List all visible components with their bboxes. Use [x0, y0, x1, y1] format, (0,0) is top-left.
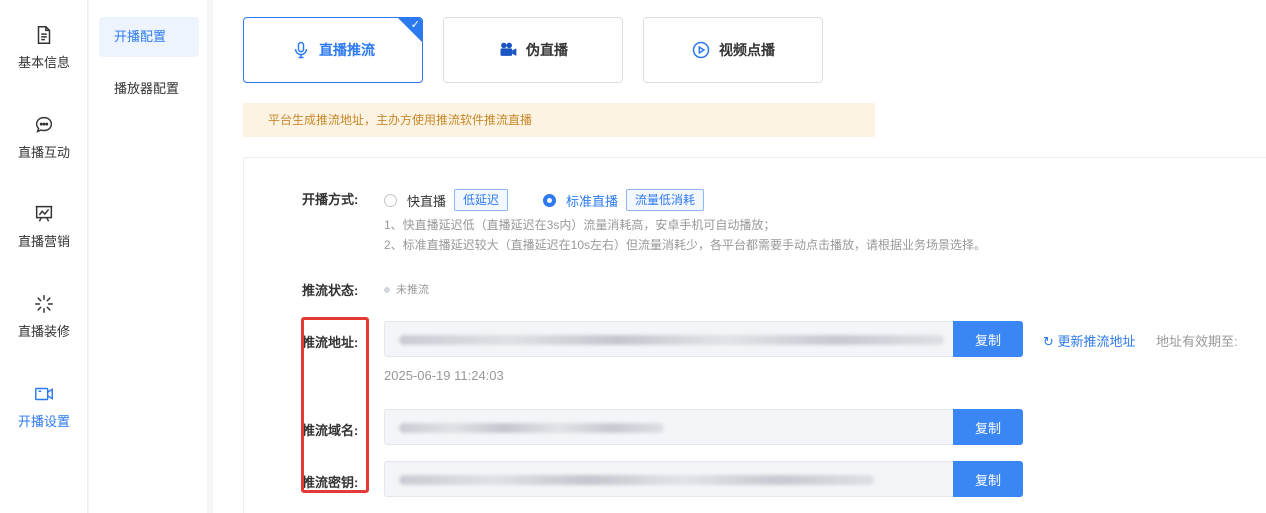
- expire-label: 地址有效期至:: [1156, 334, 1238, 349]
- redacted-value: [399, 423, 664, 433]
- radio-circle: [543, 193, 556, 207]
- radio-label: 快直播: [407, 193, 447, 209]
- microphone-icon: [294, 41, 308, 59]
- radio-label: 标准直播: [566, 193, 619, 209]
- sub-nav-player-config[interactable]: 播放器配置: [99, 69, 199, 109]
- nav-label: 基本信息: [17, 55, 70, 70]
- mode-card-vod[interactable]: 视频点播: [643, 17, 823, 83]
- nav-item-live-interaction[interactable]: 直播互动: [0, 114, 88, 184]
- document-icon: [37, 26, 51, 44]
- notice-banner: 平台生成推流地址，主办方使用推流软件推流直播: [243, 103, 875, 137]
- check-icon: ✓: [410, 19, 420, 31]
- status-text: 未推流: [396, 284, 429, 296]
- play-circle-icon: [692, 41, 710, 59]
- mode-card-pseudo-live[interactable]: 伪直播: [443, 17, 623, 83]
- push-key-label: 推流密钥:: [302, 475, 359, 490]
- mode-label: 直播推流: [319, 42, 375, 58]
- mode-label: 伪直播: [526, 42, 568, 58]
- low-traffic-tag: 流量低消耗: [626, 189, 705, 211]
- mode-card-live-push[interactable]: 直播推流 ✓: [243, 17, 423, 83]
- copy-push-key-button[interactable]: 复制: [953, 461, 1023, 497]
- nav-label: 开播设置: [17, 414, 70, 429]
- push-status-value: 未推流: [384, 281, 429, 297]
- mode-label: 视频点播: [719, 42, 775, 58]
- nav-item-live-marketing[interactable]: 直播营销: [0, 203, 88, 273]
- hint-line-2: 2、标准直播延迟较大（直播延迟在10s左右）但流量消耗少，各平台都需要手动点击播…: [384, 238, 987, 252]
- chart-board-icon: [35, 205, 53, 222]
- nav-item-broadcast-settings[interactable]: 开播设置: [0, 383, 88, 453]
- camera-icon: [500, 42, 517, 56]
- push-url-label: 推流地址:: [302, 335, 359, 350]
- copy-push-url-button[interactable]: 复制: [953, 321, 1023, 357]
- nav-label: 直播装修: [17, 324, 70, 339]
- radio-standard-live[interactable]: 标准直播 流量低消耗: [543, 189, 705, 211]
- hint-line-1: 1、快直播延迟低（直播延迟在3s内）流量消耗高，安卓手机可自动播放；: [384, 218, 776, 232]
- radio-circle: [384, 193, 397, 207]
- redacted-value: [399, 335, 944, 345]
- low-latency-tag: 低延迟: [454, 189, 509, 211]
- sub-nav-broadcast-config[interactable]: 开播配置: [99, 17, 199, 57]
- nav-label: 直播互动: [17, 145, 70, 160]
- push-url-field[interactable]: [384, 321, 954, 357]
- push-domain-label: 推流域名:: [302, 423, 359, 438]
- nav-label: 直播营销: [17, 234, 70, 249]
- video-camera-icon: [35, 387, 53, 401]
- copy-push-domain-button[interactable]: 复制: [953, 409, 1023, 445]
- push-status-label: 推流状态:: [302, 283, 359, 298]
- expire-date: 2025-06-19 11:24:03: [384, 368, 504, 383]
- status-dot: [384, 287, 390, 294]
- radio-fast-live[interactable]: 快直播 低延迟: [384, 189, 509, 211]
- refresh-icon: ↻: [1043, 334, 1054, 349]
- push-key-field[interactable]: [384, 461, 954, 497]
- nav-item-basic-info[interactable]: 基本信息: [0, 24, 88, 94]
- broadcast-mode-label: 开播方式:: [302, 192, 359, 207]
- left-nav: 基本信息 直播互动 直播营销 直播装修 开播设置: [0, 0, 88, 513]
- nav-item-live-decoration[interactable]: 直播装修: [0, 293, 88, 363]
- redacted-value: [399, 475, 874, 485]
- refresh-push-url-link[interactable]: ↻ 更新推流地址: [1043, 331, 1136, 350]
- refresh-label: 更新推流地址: [1057, 334, 1136, 349]
- sparkle-icon: [35, 295, 53, 313]
- push-domain-field[interactable]: [384, 409, 954, 445]
- sub-nav: 开播配置 播放器配置: [89, 0, 207, 513]
- chat-icon: [35, 116, 53, 133]
